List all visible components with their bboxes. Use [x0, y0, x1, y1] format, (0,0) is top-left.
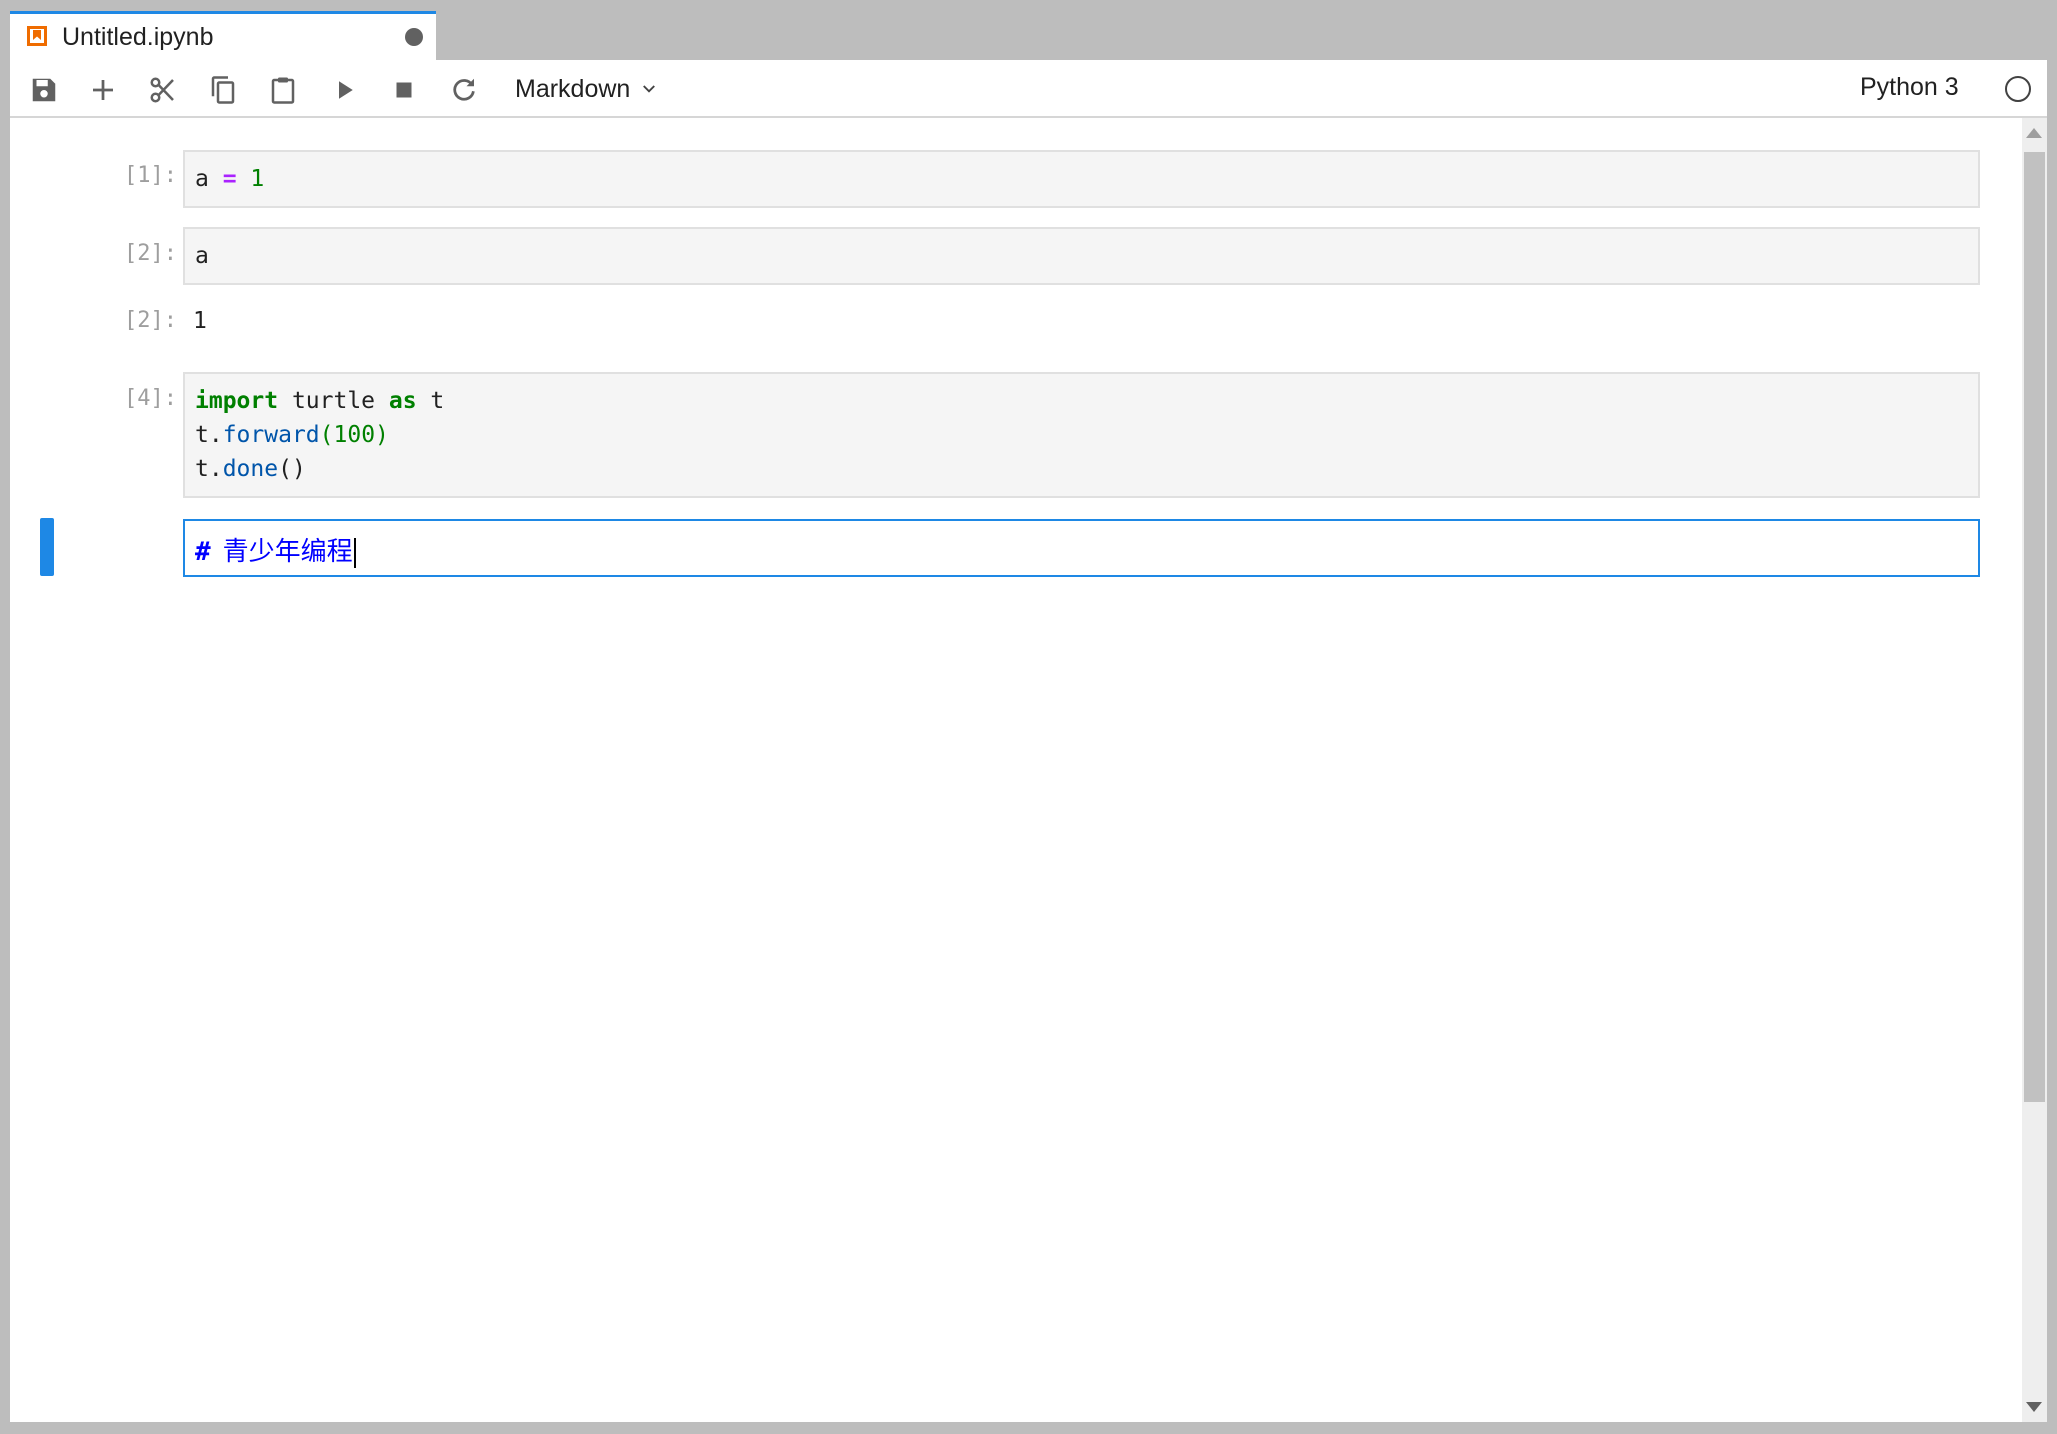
- code-line: t.forward(100): [195, 418, 1968, 452]
- stop-icon: [396, 82, 412, 98]
- restart-button[interactable]: [446, 72, 482, 108]
- code-cell-input[interactable]: import turtle as t t.forward(100) t.done(): [183, 372, 1980, 498]
- copy-icon: [211, 76, 235, 104]
- active-cell-indicator: [40, 518, 54, 576]
- kernel-status-icon: [2005, 76, 2031, 102]
- tab-title: Untitled.ipynb: [62, 23, 214, 51]
- markdown-hash: #: [195, 537, 211, 567]
- vertical-scrollbar[interactable]: [2022, 118, 2047, 1422]
- markdown-text: 青少年编程: [222, 537, 353, 567]
- unsaved-indicator-icon[interactable]: [405, 28, 423, 46]
- play-icon: [339, 81, 353, 99]
- code-token: a: [195, 166, 223, 192]
- cut-button[interactable]: [145, 72, 181, 108]
- code-cell-input[interactable]: a = 1: [183, 150, 1980, 208]
- code-token: turtle: [278, 388, 389, 414]
- code-keyword: as: [388, 388, 417, 414]
- notebook-icon: [27, 26, 47, 46]
- code-operator: =: [222, 166, 237, 192]
- code-number: 1: [250, 166, 265, 192]
- cell-type-dropdown[interactable]: Markdown: [515, 73, 658, 105]
- save-icon: [32, 78, 56, 102]
- scroll-up-icon[interactable]: [2026, 128, 2042, 138]
- code-number: 100: [333, 422, 376, 448]
- code-token: t.: [195, 422, 223, 448]
- code-token: t.: [195, 456, 223, 482]
- save-button[interactable]: [26, 72, 62, 108]
- interrupt-button[interactable]: [386, 72, 422, 108]
- copy-button[interactable]: [205, 72, 241, 108]
- cell-prompt: [2]:: [124, 241, 177, 266]
- kernel-name[interactable]: Python 3: [1860, 73, 1959, 102]
- code-keyword: import: [195, 388, 279, 414]
- paste-button[interactable]: [265, 72, 301, 108]
- code-token: t: [416, 388, 445, 414]
- plus-icon: [93, 80, 113, 100]
- code-line: import turtle as t: [195, 384, 1968, 418]
- cell-type-label: Markdown: [515, 74, 631, 103]
- cell-prompt: [1]:: [124, 163, 177, 188]
- chevron-down-icon: [643, 85, 656, 93]
- scrollbar-thumb[interactable]: [2024, 152, 2045, 1102]
- scissors-icon: [150, 77, 174, 103]
- refresh-icon: [453, 78, 475, 101]
- run-button[interactable]: [326, 72, 362, 108]
- code-token: ): [375, 422, 389, 448]
- code-line: t.done(): [195, 452, 1968, 486]
- scroll-down-icon[interactable]: [2026, 1402, 2042, 1412]
- cell-prompt: [4]:: [124, 386, 177, 411]
- notebook-panel: [1]: a = 1 [2]: a [2]: 1 [4]: import tur…: [10, 118, 2047, 1422]
- code-token: a: [195, 243, 209, 269]
- code-token: (: [319, 422, 334, 448]
- text-cursor: [353, 538, 356, 568]
- markdown-cell-editor[interactable]: # 青少年编程: [183, 519, 1980, 577]
- cell-output: 1: [193, 308, 207, 334]
- notebook-tab[interactable]: Untitled.ipynb: [10, 11, 436, 60]
- code-token: (): [278, 456, 306, 482]
- output-prompt: [2]:: [124, 308, 177, 333]
- code-function: done: [222, 456, 279, 482]
- jupyterlab-window: Untitled.ipynb Markdown Python 3 [1]: a …: [0, 0, 2057, 1434]
- code-function: forward: [222, 422, 320, 448]
- code-cell-input[interactable]: a: [183, 227, 1980, 285]
- add-cell-button[interactable]: [85, 72, 121, 108]
- paste-icon: [271, 77, 295, 104]
- tab-bar: Untitled.ipynb: [0, 0, 2057, 60]
- notebook-toolbar: Markdown Python 3: [10, 60, 2047, 118]
